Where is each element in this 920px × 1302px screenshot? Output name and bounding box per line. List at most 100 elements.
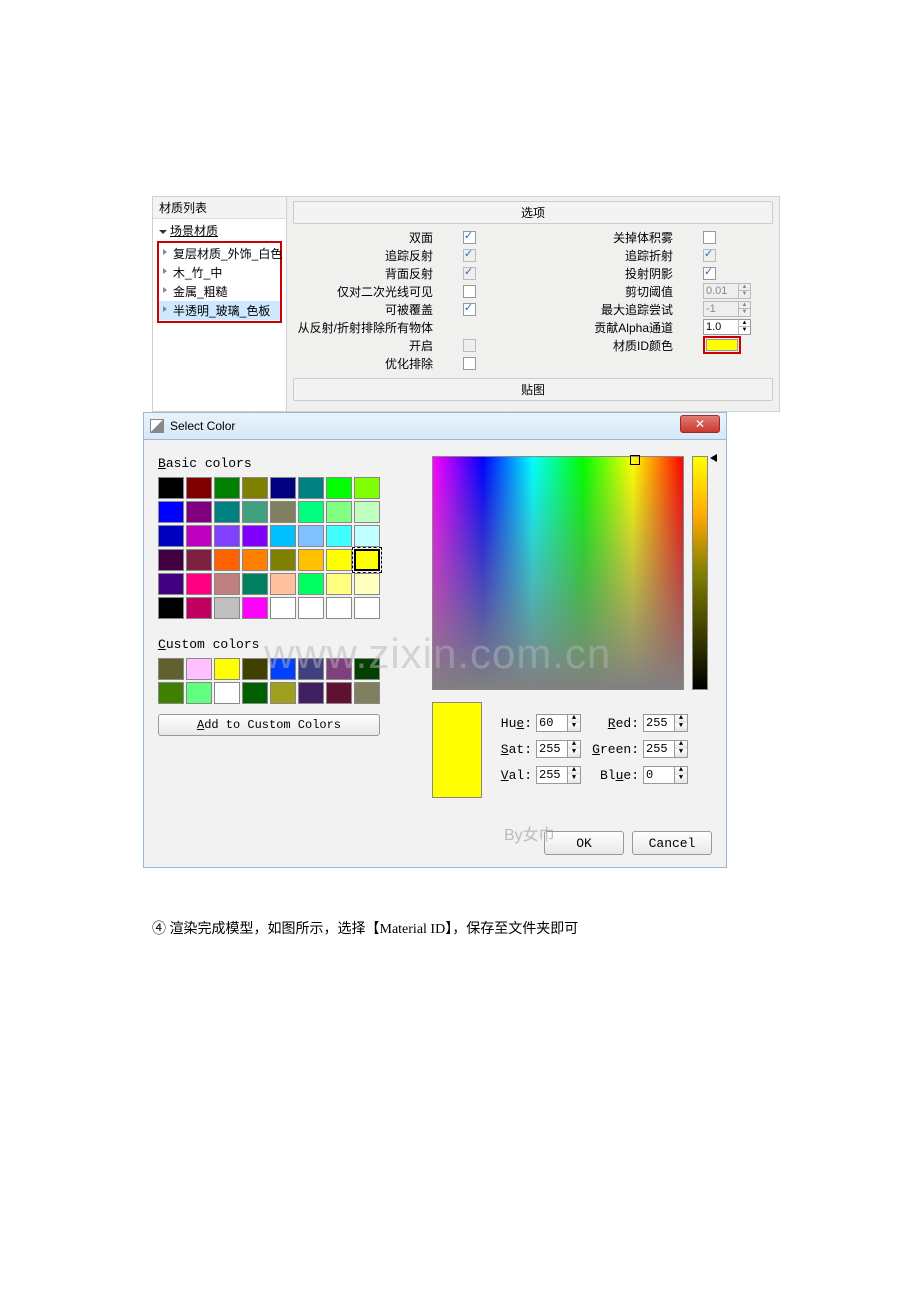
basic-color-swatch[interactable] <box>242 525 268 547</box>
basic-color-swatch[interactable] <box>186 573 212 595</box>
basic-color-swatch[interactable] <box>270 597 296 619</box>
basic-color-swatch[interactable] <box>186 501 212 523</box>
custom-color-swatch[interactable] <box>186 682 212 704</box>
basic-color-swatch[interactable] <box>326 597 352 619</box>
tree-item[interactable]: 木_竹_中 <box>159 263 280 282</box>
custom-color-swatch[interactable] <box>354 682 380 704</box>
green-input[interactable] <box>643 740 675 758</box>
sv-cursor[interactable] <box>630 455 640 465</box>
ok-button[interactable]: OK <box>544 831 624 855</box>
basic-color-swatch[interactable] <box>298 501 324 523</box>
checkbox[interactable] <box>463 303 476 316</box>
hue-stepper[interactable]: ▲▼ <box>568 714 581 732</box>
basic-color-swatch[interactable] <box>214 549 240 571</box>
basic-color-swatch[interactable] <box>158 525 184 547</box>
titlebar[interactable]: Select Color ✕ <box>143 412 727 440</box>
tree-item[interactable]: 金属_粗糙 <box>159 282 280 301</box>
custom-color-swatch[interactable] <box>326 658 352 680</box>
cancel-button[interactable]: Cancel <box>632 831 712 855</box>
basic-color-swatch[interactable] <box>354 573 380 595</box>
basic-color-swatch[interactable] <box>298 573 324 595</box>
custom-color-swatch[interactable] <box>298 682 324 704</box>
custom-color-swatch[interactable] <box>270 682 296 704</box>
custom-color-swatch[interactable] <box>186 658 212 680</box>
spinbox[interactable]: 1.0▲▼ <box>703 319 751 335</box>
basic-color-swatch[interactable] <box>186 597 212 619</box>
texture-header[interactable]: 贴图 <box>293 378 773 401</box>
basic-color-swatch[interactable] <box>186 549 212 571</box>
checkbox[interactable] <box>703 267 716 280</box>
custom-color-swatch[interactable] <box>354 658 380 680</box>
custom-color-swatch[interactable] <box>214 658 240 680</box>
basic-color-swatch[interactable] <box>298 477 324 499</box>
basic-color-swatch[interactable] <box>270 501 296 523</box>
checkbox[interactable] <box>703 231 716 244</box>
checkbox[interactable] <box>463 357 476 370</box>
basic-color-swatch[interactable] <box>158 573 184 595</box>
basic-color-swatch[interactable] <box>158 549 184 571</box>
red-input[interactable] <box>643 714 675 732</box>
basic-color-swatch[interactable] <box>326 573 352 595</box>
options-header[interactable]: 选项 <box>293 201 773 224</box>
basic-color-swatch[interactable] <box>158 597 184 619</box>
basic-color-swatch[interactable] <box>354 597 380 619</box>
basic-color-swatch[interactable] <box>214 525 240 547</box>
sat-input[interactable] <box>536 740 568 758</box>
tree-item[interactable]: 半透明_玻璃_色板 <box>159 301 280 320</box>
basic-color-swatch[interactable] <box>270 525 296 547</box>
basic-color-swatch[interactable] <box>298 549 324 571</box>
add-to-custom-colors-button[interactable]: Add to Custom Colors <box>158 714 380 736</box>
basic-color-swatch[interactable] <box>326 549 352 571</box>
basic-color-swatch[interactable] <box>326 525 352 547</box>
val-input[interactable] <box>536 766 568 784</box>
basic-color-swatch[interactable] <box>186 477 212 499</box>
sat-stepper[interactable]: ▲▼ <box>568 740 581 758</box>
basic-color-swatch[interactable] <box>354 525 380 547</box>
basic-color-swatch[interactable] <box>270 477 296 499</box>
basic-color-swatch[interactable] <box>214 573 240 595</box>
blue-stepper[interactable]: ▲▼ <box>675 766 688 784</box>
basic-color-swatch[interactable] <box>298 525 324 547</box>
basic-color-swatch[interactable] <box>270 549 296 571</box>
sv-field[interactable] <box>432 456 684 690</box>
basic-color-swatch[interactable] <box>214 501 240 523</box>
basic-color-swatch[interactable] <box>158 477 184 499</box>
material-id-color-swatch[interactable] <box>706 339 738 351</box>
basic-color-swatch[interactable] <box>298 597 324 619</box>
basic-color-swatch[interactable] <box>242 549 268 571</box>
checkbox[interactable] <box>463 231 476 244</box>
tree-root[interactable]: 场景材质 <box>157 221 282 240</box>
basic-color-swatch[interactable] <box>186 525 212 547</box>
custom-color-swatch[interactable] <box>270 658 296 680</box>
basic-color-swatch[interactable] <box>242 597 268 619</box>
tree-item[interactable]: 复层材质_外饰_白色 <box>159 244 280 263</box>
basic-color-swatch[interactable] <box>242 477 268 499</box>
green-stepper[interactable]: ▲▼ <box>675 740 688 758</box>
basic-color-swatch[interactable] <box>242 573 268 595</box>
hue-input[interactable] <box>536 714 568 732</box>
basic-color-swatch[interactable] <box>326 501 352 523</box>
basic-color-swatch[interactable] <box>158 501 184 523</box>
hue-strip[interactable] <box>692 456 708 690</box>
basic-color-swatch[interactable] <box>326 477 352 499</box>
basic-color-swatch[interactable] <box>354 477 380 499</box>
hue-pointer-icon[interactable] <box>710 454 717 462</box>
custom-color-swatch[interactable] <box>214 682 240 704</box>
custom-color-swatch[interactable] <box>158 658 184 680</box>
basic-color-swatch[interactable] <box>354 549 380 571</box>
custom-color-swatch[interactable] <box>242 658 268 680</box>
close-icon[interactable]: ✕ <box>680 415 720 433</box>
custom-color-swatch[interactable] <box>158 682 184 704</box>
blue-input[interactable] <box>643 766 675 784</box>
checkbox[interactable] <box>463 285 476 298</box>
basic-color-swatch[interactable] <box>242 501 268 523</box>
custom-color-swatch[interactable] <box>242 682 268 704</box>
custom-color-swatch[interactable] <box>298 658 324 680</box>
custom-color-swatch[interactable] <box>326 682 352 704</box>
basic-color-swatch[interactable] <box>214 477 240 499</box>
basic-color-swatch[interactable] <box>270 573 296 595</box>
red-stepper[interactable]: ▲▼ <box>675 714 688 732</box>
basic-color-swatch[interactable] <box>214 597 240 619</box>
val-stepper[interactable]: ▲▼ <box>568 766 581 784</box>
basic-color-swatch[interactable] <box>354 501 380 523</box>
